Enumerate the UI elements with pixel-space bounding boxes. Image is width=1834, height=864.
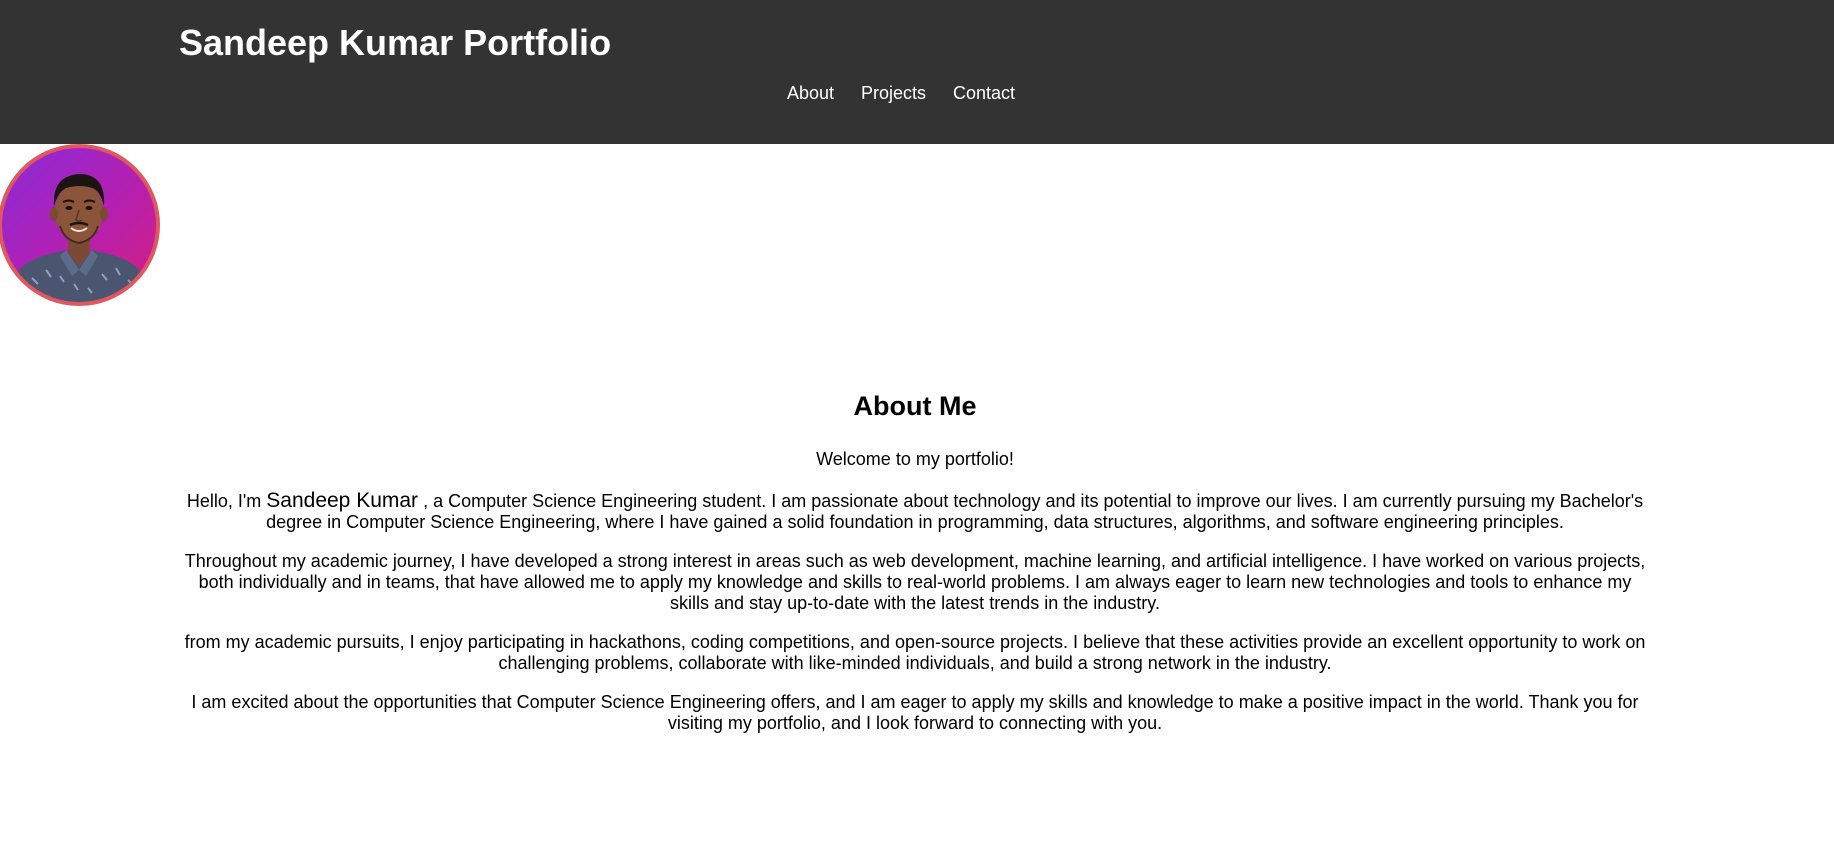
profile-avatar bbox=[0, 144, 160, 306]
intro-paragraph: Hello, I'm Sandeep Kumar , a Computer Sc… bbox=[179, 490, 1651, 533]
intro-suffix: , a Computer Science Engineering student… bbox=[266, 491, 1644, 532]
nav-link-about[interactable]: About bbox=[787, 80, 834, 106]
intro-name: Sandeep Kumar bbox=[266, 489, 419, 512]
nav-item-projects: Projects bbox=[861, 80, 926, 106]
welcome-text: Welcome to my portfolio! bbox=[816, 449, 1014, 469]
nav-list: About Projects Contact bbox=[787, 80, 1015, 106]
nav-item-about: About bbox=[787, 80, 834, 106]
closing-paragraph: I am excited about the opportunities tha… bbox=[191, 692, 1639, 733]
site-title: Sandeep Kumar Portfolio bbox=[179, 22, 612, 63]
activities-paragraph: from my academic pursuits, I enjoy parti… bbox=[184, 632, 1646, 673]
profile-photo-icon bbox=[10, 174, 148, 302]
main-nav: About Projects Contact bbox=[0, 80, 1834, 106]
about-heading: About Me bbox=[853, 391, 977, 421]
nav-item-contact: Contact bbox=[953, 80, 1015, 106]
nav-link-contact[interactable]: Contact bbox=[953, 80, 1015, 106]
interests-paragraph: Throughout my academic journey, I have d… bbox=[184, 551, 1646, 613]
nav-link-projects[interactable]: Projects bbox=[861, 80, 926, 106]
about-section: About Me Welcome to my portfolio! Hello,… bbox=[179, 385, 1651, 752]
intro-prefix: Hello, I'm bbox=[186, 491, 267, 511]
site-header: Sandeep Kumar Portfolio About Projects C… bbox=[0, 0, 1834, 144]
